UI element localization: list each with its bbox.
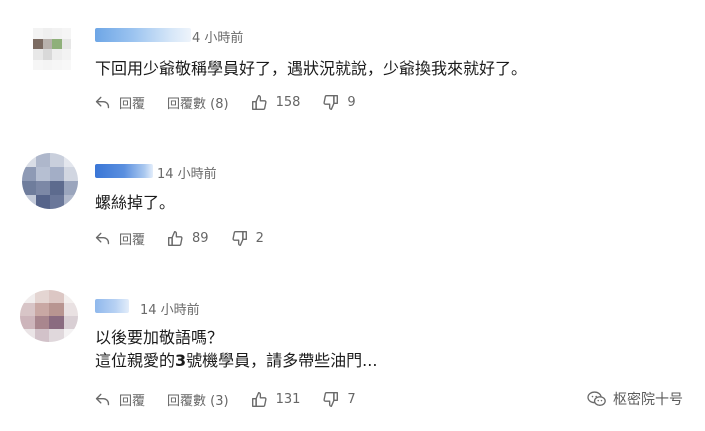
comment-text: 螺絲掉了。 — [95, 191, 175, 214]
comment-time: 14 小時前 — [157, 167, 217, 182]
like-button[interactable]: 89 — [167, 230, 209, 247]
username-blurred[interactable] — [95, 28, 191, 42]
reply-button[interactable]: 回覆 — [94, 229, 145, 248]
reply-count-label: 回覆數 (8) — [167, 96, 229, 112]
username-blurred[interactable] — [95, 164, 153, 178]
like-button[interactable]: 158 — [251, 94, 301, 111]
comment-actions: 回覆 89 2 — [94, 228, 286, 248]
wechat-icon — [587, 391, 606, 406]
like-count: 131 — [275, 391, 301, 407]
like-count: 158 — [275, 94, 301, 110]
reply-label: 回覆 — [119, 393, 146, 409]
avatar[interactable] — [22, 153, 78, 209]
dislike-button[interactable]: 9 — [322, 94, 356, 111]
comment-text: 以後要加敬語嗎？ 這位親愛的3號機學員，請多帶些油門... — [95, 326, 377, 372]
reply-count-label: 回覆數 (3) — [167, 393, 229, 409]
comment-time: 14 小時前 — [140, 303, 200, 318]
comment-text-line: 這位親愛的3號機學員，請多帶些油門... — [95, 351, 378, 370]
thumbs-down-icon — [232, 230, 247, 246]
reply-label: 回覆 — [119, 96, 146, 112]
username-blurred[interactable] — [95, 299, 129, 313]
avatar[interactable] — [20, 290, 78, 342]
comment-text: 下回用少爺敬稱學員好了，遇狀況就說，少爺換我來就好了。 — [95, 57, 527, 80]
comment-text-line: 下回用少爺敬稱學員好了，遇狀況就說，少爺換我來就好了。 — [95, 59, 528, 78]
dislike-count: 9 — [347, 94, 356, 110]
avatar[interactable] — [33, 28, 71, 70]
thumbs-up-icon — [251, 94, 267, 110]
reply-button[interactable]: 回覆 — [94, 93, 145, 112]
like-count: 89 — [192, 230, 209, 246]
comment-actions: 回覆 回覆數 (8) 158 9 — [94, 92, 378, 112]
comment-text-line: 以後要加敬語嗎？ — [95, 328, 224, 347]
like-button[interactable]: 131 — [251, 391, 301, 408]
watermark-text: 枢密院十号 — [613, 392, 683, 408]
dislike-count: 2 — [255, 230, 264, 246]
thumbs-up-icon — [251, 391, 267, 407]
reply-label: 回覆 — [119, 232, 146, 248]
thumbs-down-icon — [323, 391, 339, 407]
reply-count-link[interactable]: 回覆數 (3) — [167, 390, 229, 409]
dislike-button[interactable]: 7 — [322, 391, 356, 408]
comment-actions: 回覆 回覆數 (3) 131 7 — [94, 389, 378, 409]
reply-arrow-icon — [95, 96, 110, 108]
reply-arrow-icon — [95, 232, 110, 244]
reply-button[interactable]: 回覆 — [94, 390, 145, 409]
reply-arrow-icon — [95, 393, 110, 405]
dislike-button[interactable]: 2 — [231, 230, 264, 247]
comment-text-line: 螺絲掉了。 — [95, 193, 176, 212]
thumbs-up-icon — [168, 230, 183, 246]
reply-count-link[interactable]: 回覆數 (8) — [167, 93, 229, 112]
watermark: 枢密院十号 — [587, 389, 683, 409]
thumbs-down-icon — [323, 94, 339, 110]
comment-time: 4 小時前 — [192, 31, 244, 46]
dislike-count: 7 — [347, 391, 356, 407]
